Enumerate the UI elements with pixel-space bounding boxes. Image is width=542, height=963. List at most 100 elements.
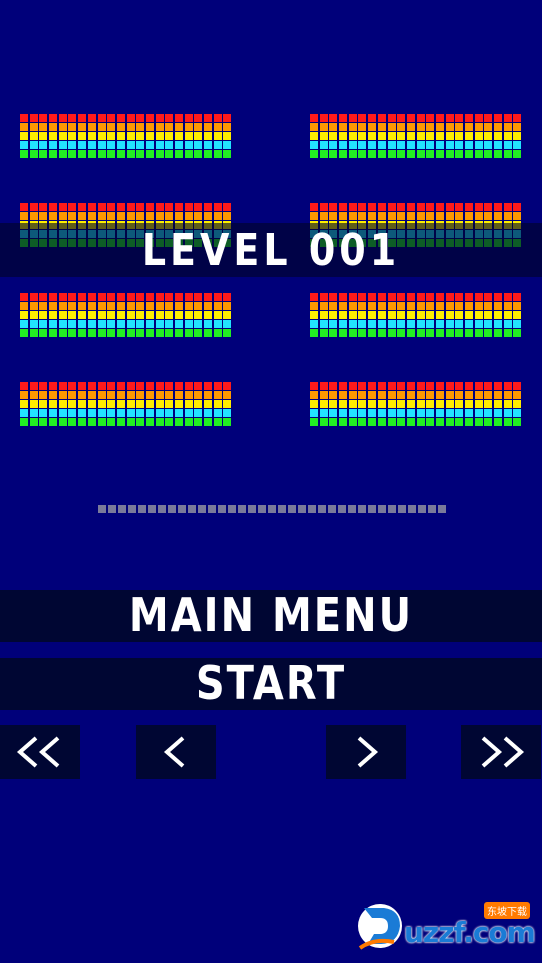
next-level-button[interactable] xyxy=(326,725,406,779)
brick xyxy=(78,203,87,211)
brick xyxy=(397,311,406,319)
brick xyxy=(155,114,164,122)
brick xyxy=(329,320,338,328)
brick xyxy=(204,114,213,122)
brick xyxy=(465,293,473,301)
brick xyxy=(175,302,183,310)
brick xyxy=(455,114,464,122)
brick xyxy=(204,382,213,390)
brick xyxy=(455,320,464,328)
brick xyxy=(136,123,145,131)
paddle-segment xyxy=(168,505,176,513)
brick xyxy=(136,293,145,301)
brick xyxy=(155,150,164,158)
brick xyxy=(339,382,348,390)
paddle-segment xyxy=(138,505,146,513)
brick xyxy=(39,141,48,149)
brick xyxy=(435,418,444,426)
brick xyxy=(474,141,483,149)
brick xyxy=(455,311,464,319)
brick xyxy=(184,311,193,319)
brick xyxy=(223,302,232,310)
brick xyxy=(39,123,48,131)
brick xyxy=(39,418,48,426)
brick xyxy=(377,382,386,390)
brick xyxy=(204,123,213,131)
brick xyxy=(58,132,67,140)
brick xyxy=(329,132,338,140)
brick xyxy=(136,132,145,140)
brick xyxy=(368,203,377,211)
brick xyxy=(126,293,135,301)
brick xyxy=(29,329,38,337)
brick xyxy=(126,391,135,399)
brick xyxy=(194,150,203,158)
brick xyxy=(136,409,145,417)
brick xyxy=(455,391,464,399)
brick xyxy=(387,123,396,131)
brick xyxy=(116,132,125,140)
paddle-segment xyxy=(98,505,106,513)
brick xyxy=(165,114,174,122)
brick xyxy=(368,302,377,310)
brick xyxy=(358,141,367,149)
brick xyxy=(194,141,203,149)
brick xyxy=(387,212,396,220)
brick xyxy=(20,203,28,211)
last-level-button[interactable] xyxy=(461,725,541,779)
brick xyxy=(416,212,425,220)
brick xyxy=(155,212,164,220)
brick xyxy=(20,409,28,417)
brick xyxy=(145,329,154,337)
main-menu-label: MAIN MENU xyxy=(128,589,414,643)
start-button[interactable]: START xyxy=(0,658,542,710)
brick xyxy=(194,311,203,319)
brick xyxy=(39,382,48,390)
brick xyxy=(204,132,213,140)
brick xyxy=(319,132,328,140)
brick xyxy=(145,391,154,399)
brick xyxy=(116,382,125,390)
brick xyxy=(87,114,96,122)
first-level-button[interactable] xyxy=(0,725,80,779)
brick xyxy=(155,400,164,408)
brick xyxy=(78,382,87,390)
brick xyxy=(175,203,183,211)
brick xyxy=(68,293,77,301)
brick xyxy=(329,114,338,122)
previous-level-button[interactable] xyxy=(136,725,216,779)
brick xyxy=(78,123,87,131)
paddle[interactable] xyxy=(98,505,446,513)
brick xyxy=(426,114,435,122)
brick xyxy=(387,400,396,408)
brick xyxy=(358,391,367,399)
brick xyxy=(484,212,493,220)
brick xyxy=(426,400,435,408)
brick xyxy=(145,320,154,328)
brick xyxy=(126,212,135,220)
brick xyxy=(397,329,406,337)
brick xyxy=(145,382,154,390)
brick xyxy=(397,132,406,140)
brick xyxy=(155,132,164,140)
brick xyxy=(484,400,493,408)
brick xyxy=(155,329,164,337)
brick xyxy=(107,382,116,390)
brick xyxy=(494,409,503,417)
brick xyxy=(319,329,328,337)
brick xyxy=(78,150,87,158)
brick xyxy=(78,132,87,140)
brick xyxy=(58,382,67,390)
brick xyxy=(175,418,183,426)
main-menu-button[interactable]: MAIN MENU xyxy=(0,590,542,642)
brick xyxy=(78,302,87,310)
brick xyxy=(78,409,87,417)
brick xyxy=(387,132,396,140)
brick xyxy=(494,329,503,337)
brick xyxy=(397,320,406,328)
brick xyxy=(416,382,425,390)
brick xyxy=(204,329,213,337)
brick xyxy=(204,203,213,211)
brick xyxy=(426,203,435,211)
brick xyxy=(155,418,164,426)
